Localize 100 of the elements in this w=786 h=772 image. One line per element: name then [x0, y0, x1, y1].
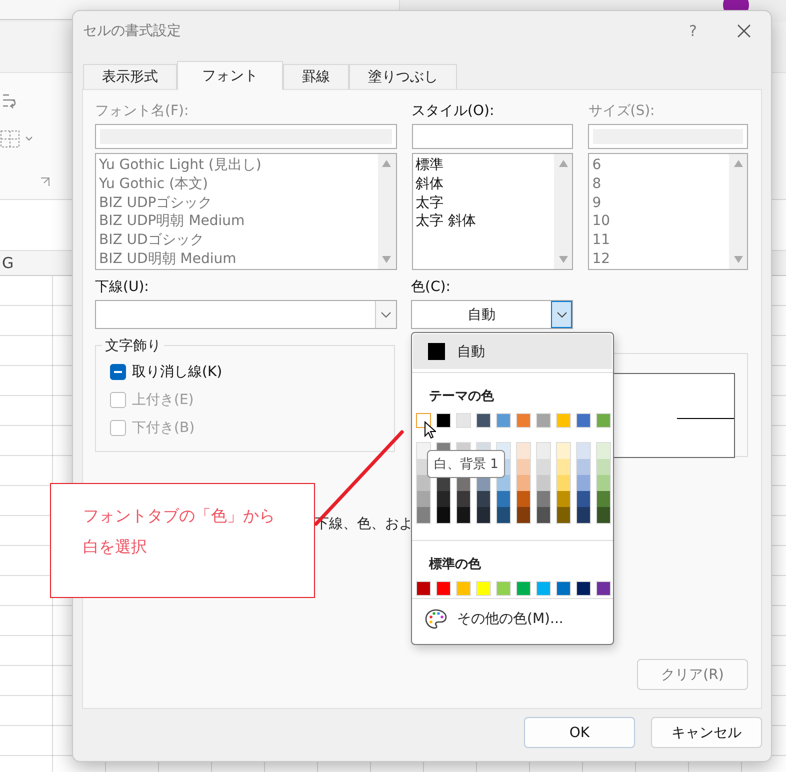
checkbox[interactable]: 取り消し線(K) — [110, 362, 394, 382]
color-swatch[interactable] — [456, 581, 471, 596]
tab[interactable]: 塗りつぶし — [349, 64, 457, 89]
chevron-down-icon — [556, 312, 566, 318]
dialog-button[interactable]: OK — [524, 717, 635, 748]
color-swatch[interactable] — [537, 507, 550, 523]
color-swatch[interactable] — [577, 475, 590, 491]
color-swatch[interactable] — [417, 475, 430, 491]
color-swatch[interactable] — [537, 443, 550, 459]
clear-button[interactable]: クリア(R) — [637, 659, 748, 690]
scroll-down-icon[interactable] — [382, 256, 392, 263]
color-swatch[interactable] — [497, 491, 510, 507]
color-dropdown[interactable]: 自動 — [411, 300, 573, 329]
help-button[interactable]: ? — [689, 22, 697, 40]
border-icon[interactable] — [0, 129, 34, 149]
color-swatch[interactable] — [597, 507, 610, 523]
field-label: サイズ(S): — [588, 102, 656, 121]
more-colors-item[interactable]: その他の色(M)... — [412, 601, 613, 629]
color-swatch[interactable] — [556, 581, 571, 596]
color-swatch[interactable] — [537, 491, 550, 507]
color-swatch[interactable] — [437, 491, 450, 507]
color-swatch[interactable] — [417, 443, 430, 459]
color-swatch[interactable] — [476, 413, 491, 428]
color-swatch[interactable] — [477, 491, 490, 507]
launcher-icon[interactable] — [40, 177, 50, 187]
color-swatch[interactable] — [576, 581, 591, 596]
color-swatch[interactable] — [456, 413, 471, 428]
scroll-bar[interactable] — [378, 154, 396, 269]
list-item[interactable]: 標準 — [416, 156, 552, 175]
color-swatch[interactable] — [457, 507, 470, 523]
color-swatch[interactable] — [597, 491, 610, 507]
color-swatch[interactable] — [557, 507, 570, 523]
color-swatch[interactable] — [497, 475, 510, 491]
color-swatch[interactable] — [577, 507, 590, 523]
tab[interactable]: フォント — [177, 61, 283, 90]
underline-dropdown[interactable] — [95, 300, 397, 329]
color-swatch[interactable] — [596, 413, 611, 428]
color-swatch[interactable] — [477, 507, 490, 523]
color-swatch[interactable] — [537, 475, 550, 491]
list-item[interactable]: 太字 — [416, 194, 552, 212]
color-swatch[interactable] — [596, 581, 611, 596]
close-icon[interactable] — [737, 24, 751, 38]
color-swatch[interactable] — [597, 475, 610, 491]
color-swatch[interactable] — [497, 507, 510, 523]
color-swatch[interactable] — [576, 413, 591, 428]
scroll-down-icon[interactable] — [558, 256, 568, 263]
list-item[interactable]: 斜体 — [416, 174, 552, 194]
scroll-bar[interactable] — [554, 154, 572, 269]
tab[interactable]: 表示形式 — [83, 64, 177, 89]
dialog-button[interactable]: キャンセル — [651, 717, 762, 748]
list-box[interactable]: 標準 斜体 太字 太字 斜体 — [412, 153, 574, 270]
color-swatch[interactable] — [597, 443, 610, 459]
color-swatch[interactable] — [557, 475, 570, 491]
scroll-down-icon[interactable] — [734, 256, 742, 263]
color-swatch[interactable] — [577, 459, 590, 475]
color-swatch[interactable] — [517, 443, 530, 459]
list-item[interactable]: 太字 斜体 — [416, 212, 552, 232]
color-swatch[interactable] — [476, 581, 491, 596]
color-swatch[interactable] — [436, 581, 451, 596]
scroll-up-icon[interactable] — [382, 160, 392, 167]
window-title: セルの書式設定 — [83, 22, 182, 40]
color-swatch[interactable] — [556, 413, 571, 428]
color-swatch[interactable] — [457, 491, 470, 507]
color-swatch[interactable] — [496, 413, 511, 428]
color-swatch[interactable] — [597, 459, 610, 475]
color-swatch[interactable] — [517, 491, 530, 507]
color-swatch[interactable] — [536, 413, 551, 428]
scroll-up-icon[interactable] — [734, 160, 742, 167]
color-swatch[interactable] — [416, 581, 431, 596]
scroll-bar[interactable] — [729, 154, 747, 269]
cursor-icon — [424, 421, 436, 439]
palette-icon — [425, 609, 447, 629]
color-swatch[interactable] — [417, 507, 430, 523]
color-swatch[interactable] — [417, 491, 430, 507]
input-field[interactable] — [95, 124, 397, 149]
section-heading: 標準の色 — [428, 556, 482, 574]
color-swatch[interactable] — [537, 459, 550, 475]
color-swatch[interactable] — [496, 581, 511, 596]
tab[interactable]: 罫線 — [283, 64, 349, 89]
annotation-text: 白を選択 — [83, 537, 148, 558]
input-field[interactable] — [412, 124, 574, 149]
color-swatch[interactable] — [577, 443, 590, 459]
color-swatch[interactable] — [517, 507, 530, 523]
color-swatch[interactable] — [516, 413, 531, 428]
color-swatch[interactable] — [436, 413, 451, 428]
color-swatch[interactable] — [517, 459, 530, 475]
color-swatch[interactable] — [536, 581, 551, 596]
input-field[interactable] — [588, 124, 748, 149]
color-swatch[interactable] — [437, 507, 450, 523]
color-swatch[interactable] — [557, 443, 570, 459]
automatic-color-item[interactable]: 自動 — [413, 334, 612, 369]
color-swatch[interactable] — [557, 459, 570, 475]
color-swatch[interactable] — [577, 491, 590, 507]
field-label: スタイル(O): — [412, 102, 496, 121]
color-swatch[interactable] — [517, 475, 530, 491]
column-header[interactable]: G — [2, 254, 14, 272]
field-label: 下線(U): — [95, 278, 150, 297]
color-swatch[interactable] — [516, 581, 531, 596]
color-swatch[interactable] — [557, 491, 570, 507]
scroll-up-icon[interactable] — [558, 160, 568, 167]
